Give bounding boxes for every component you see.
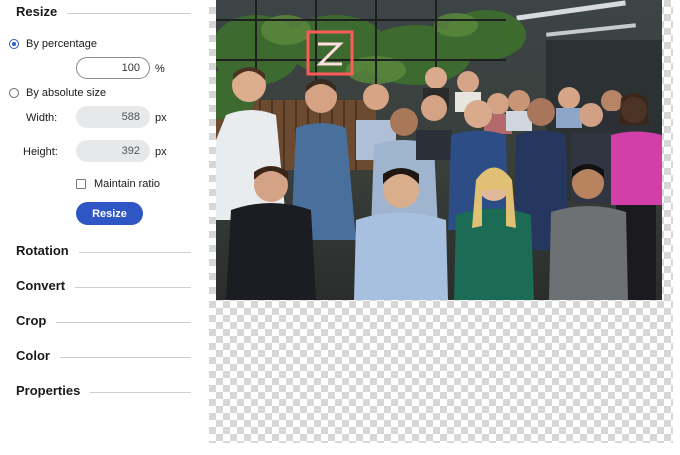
percent-unit: % [155, 63, 165, 75]
convert-section-header[interactable]: Convert [16, 278, 191, 293]
rotation-section-header[interactable]: Rotation [16, 243, 191, 258]
by-absolute-size-radio[interactable] [9, 88, 19, 98]
section-divider [56, 322, 191, 323]
color-section-title: Color [16, 348, 50, 363]
rotation-section-title: Rotation [16, 243, 69, 258]
resize-section-header[interactable]: Resize [16, 4, 191, 19]
percentage-input[interactable] [76, 57, 150, 79]
by-absolute-size-label: By absolute size [26, 87, 107, 99]
image-canvas[interactable] [209, 0, 673, 443]
width-unit: px [155, 112, 167, 124]
width-label: Width: [26, 112, 58, 124]
color-section-header[interactable]: Color [16, 348, 191, 363]
properties-section-title: Properties [16, 383, 81, 398]
convert-section-title: Convert [16, 278, 66, 293]
group-photo-image [216, 0, 662, 300]
resize-section-title: Resize [16, 4, 58, 19]
section-divider [78, 252, 191, 253]
by-absolute-size-option[interactable]: By absolute size [9, 87, 106, 99]
crop-section-title: Crop [16, 313, 47, 328]
by-percentage-option[interactable]: By percentage [9, 38, 97, 50]
width-input[interactable] [76, 106, 150, 128]
properties-section-header[interactable]: Properties [16, 383, 191, 398]
section-divider [59, 357, 191, 358]
section-divider [67, 13, 191, 14]
crop-section-header[interactable]: Crop [16, 313, 191, 328]
by-percentage-radio[interactable] [9, 39, 19, 49]
section-divider [90, 392, 191, 393]
maintain-ratio-checkbox[interactable] [76, 179, 86, 189]
height-input[interactable] [76, 140, 150, 162]
height-label: Height: [23, 146, 58, 158]
height-unit: px [155, 146, 167, 158]
maintain-ratio-option[interactable]: Maintain ratio [76, 178, 160, 190]
maintain-ratio-label: Maintain ratio [94, 178, 161, 190]
resize-button[interactable]: Resize [76, 202, 143, 225]
tools-panel: Resize By percentage % By absolute size … [0, 0, 200, 455]
section-divider [75, 287, 191, 288]
by-percentage-label: By percentage [26, 38, 97, 50]
